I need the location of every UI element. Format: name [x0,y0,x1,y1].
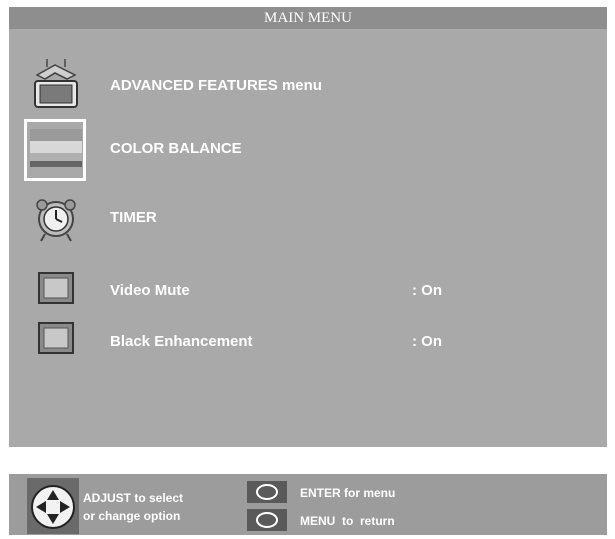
menu-item-label: ADVANCED FEATURES menu [110,77,322,94]
menu-item-label: TIMER [110,209,157,226]
menu-item-label: COLOR BALANCE [110,140,242,157]
menu-item-video-mute[interactable]: Video Mute : On [9,271,607,311]
square-button-icon [25,321,87,361]
footer-help-bar: ADJUST to select or change option ENTER … [9,474,607,535]
enter-button-icon [247,481,287,503]
dpad-icon [27,478,79,534]
menu-item-value: : On [412,333,442,350]
adjust-hint-line1: ADJUST to select [83,491,184,505]
enter-hint: ENTER for menu [300,486,396,500]
menu-button-icon [247,509,287,531]
square-button-icon [25,271,87,311]
menu-item-label: Black Enhancement [110,333,253,350]
menu-item-advanced-features[interactable]: ADVANCED FEATURES menu [9,57,607,119]
menu-hint: MENU to return [300,514,395,528]
menu-item-label: Video Mute [110,282,190,299]
selection-highlight [24,119,86,181]
menu-item-timer[interactable]: TIMER [9,187,607,249]
main-menu-panel: MAIN MENU ADVANCED FEATURES menu COLOR B… [9,7,607,447]
menu-item-value: : On [412,282,442,299]
menu-title: MAIN MENU [9,7,607,29]
adjust-hint-line2: or change option [83,509,181,523]
menu-item-black-enhancement[interactable]: Black Enhancement : On [9,321,607,361]
tv-antenna-icon [25,57,87,119]
alarm-clock-icon [25,187,87,249]
menu-item-color-balance[interactable]: COLOR BALANCE [9,119,607,181]
